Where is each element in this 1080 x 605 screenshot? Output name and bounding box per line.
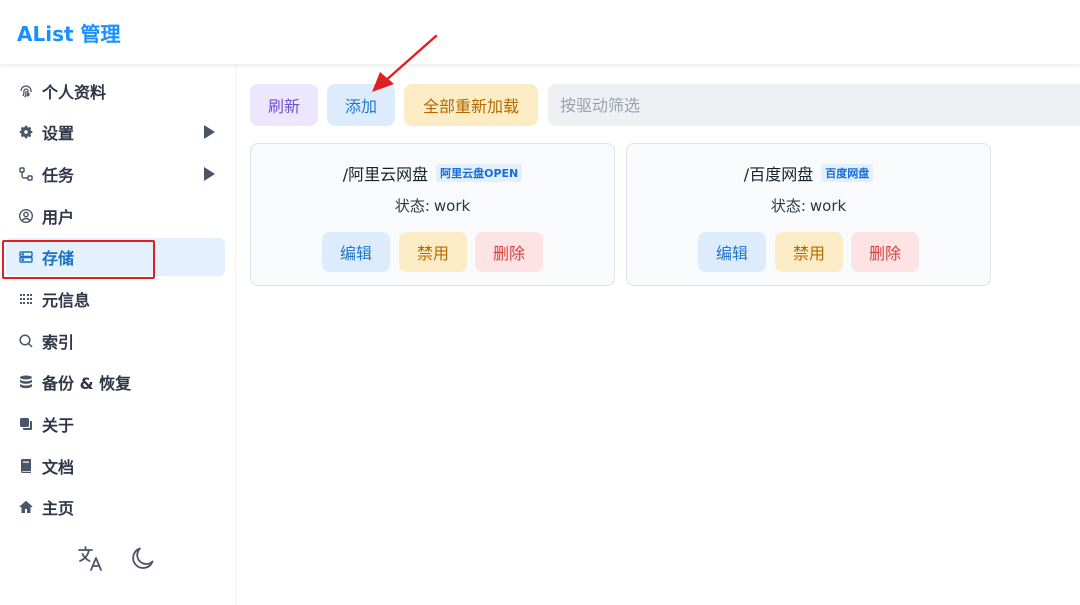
status-value: work xyxy=(809,197,847,215)
sidebar-item-label: 元信息 xyxy=(42,291,91,310)
reload-all-button[interactable]: 全部重新加载 xyxy=(404,84,538,126)
sidebar-item-label: 任务 xyxy=(42,166,75,185)
user-circle-icon xyxy=(17,207,35,225)
copy-icon xyxy=(17,415,35,433)
driver-badge: 百度网盘 xyxy=(821,164,874,182)
storage-title: /百度网盘 百度网盘 xyxy=(627,161,990,185)
grid-icon xyxy=(17,290,35,308)
delete-button[interactable]: 删除 xyxy=(475,232,543,272)
stack-icon xyxy=(17,373,35,391)
sidebar-item-storage[interactable]: 存储 xyxy=(6,238,225,276)
delete-button[interactable]: 删除 xyxy=(851,232,919,272)
storage-card: /阿里云网盘 阿里云盘OPEN 状态: work 编辑 禁用 删除 xyxy=(250,143,615,286)
storage-status: 状态: work xyxy=(627,195,990,216)
disable-button[interactable]: 禁用 xyxy=(399,232,467,272)
book-icon xyxy=(17,457,35,475)
edit-button[interactable]: 编辑 xyxy=(698,232,766,272)
gear-icon xyxy=(17,123,35,141)
sidebar-item-profile[interactable]: 个人资料 xyxy=(6,72,225,110)
sidebar-item-backup-restore[interactable]: 备份 & 恢复 xyxy=(6,363,225,401)
status-label: 状态: xyxy=(394,197,430,215)
sidebar-item-docs[interactable]: 文档 xyxy=(6,447,225,485)
sidebar-item-label: 关于 xyxy=(42,416,75,435)
sidebar-bottom-actions xyxy=(76,543,158,573)
moon-icon[interactable] xyxy=(128,543,158,573)
search-icon xyxy=(17,332,35,350)
edit-button[interactable]: 编辑 xyxy=(322,232,390,272)
translate-icon[interactable] xyxy=(76,543,106,573)
storage-status: 状态: work xyxy=(251,195,614,216)
app-header: AList 管理 xyxy=(0,0,1080,64)
sidebar-item-label: 文档 xyxy=(42,458,75,477)
sidebar-item-label: 用户 xyxy=(42,208,75,227)
sidebar-item-users[interactable]: 用户 xyxy=(6,197,225,235)
sidebar-item-label: 索引 xyxy=(42,333,75,352)
sidebar-item-label: 备份 & 恢复 xyxy=(42,374,132,393)
expand-arrow-icon xyxy=(204,167,215,181)
sidebar-item-label: 设置 xyxy=(42,124,75,143)
app-title[interactable]: AList 管理 xyxy=(17,18,121,47)
sidebar-item-home[interactable]: 主页 xyxy=(6,488,225,526)
sidebar-item-tasks[interactable]: 任务 xyxy=(6,155,225,193)
sidebar-item-metas[interactable]: 元信息 xyxy=(6,280,225,318)
refresh-button[interactable]: 刷新 xyxy=(250,84,318,126)
sidebar-item-label: 存储 xyxy=(42,249,75,268)
driver-filter-input[interactable] xyxy=(548,84,1080,126)
status-value: work xyxy=(433,197,471,215)
add-button[interactable]: 添加 xyxy=(327,84,395,126)
sidebar-item-label: 主页 xyxy=(42,499,75,518)
sidebar-item-indexes[interactable]: 索引 xyxy=(6,322,225,360)
flow-icon xyxy=(17,165,35,183)
fingerprint-icon xyxy=(17,82,35,100)
disable-button[interactable]: 禁用 xyxy=(775,232,843,272)
sidebar-item-label: 个人资料 xyxy=(42,83,107,102)
storage-card: /百度网盘 百度网盘 状态: work 编辑 禁用 删除 xyxy=(626,143,991,286)
storage-path: /阿里云网盘 xyxy=(342,165,429,184)
database-icon xyxy=(17,248,35,266)
sidebar-item-settings[interactable]: 设置 xyxy=(6,113,225,151)
driver-badge: 阿里云盘OPEN xyxy=(436,164,523,182)
home-icon xyxy=(17,498,35,516)
status-label: 状态: xyxy=(770,197,806,215)
storage-title: /阿里云网盘 阿里云盘OPEN xyxy=(251,161,614,185)
storage-path: /百度网盘 xyxy=(743,165,814,184)
sidebar-item-about[interactable]: 关于 xyxy=(6,405,225,443)
expand-arrow-icon xyxy=(204,125,215,139)
